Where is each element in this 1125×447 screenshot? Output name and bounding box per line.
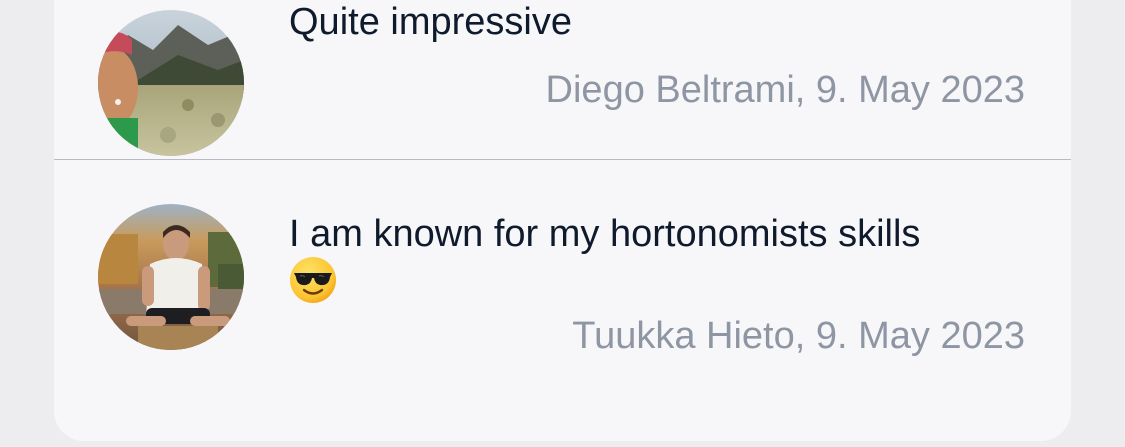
user-avatar[interactable] [98,10,244,156]
comment-item: Quite impressive Diego Beltrami, 9. May … [54,0,1071,199]
smiling-face-with-sunglasses-icon [289,256,337,304]
comment-text: Quite impressive [289,1,572,43]
comment-text-content: I am known for my hortonomists skills [289,213,921,255]
comment-text: I am known for my hortonomists skills [289,212,1029,304]
avatar-photo-icon [98,10,244,156]
comment-item: I am known for my hortonomists skills Tu… [54,200,1071,401]
user-avatar[interactable] [98,204,244,350]
comment-author-date: Tuukka Hieto, 9. May 2023 [572,315,1025,357]
comments-card: Quite impressive Diego Beltrami, 9. May … [54,0,1071,441]
comment-author-date: Diego Beltrami, 9. May 2023 [545,69,1025,111]
comment-divider [54,159,1071,160]
avatar-photo-icon [98,204,244,350]
